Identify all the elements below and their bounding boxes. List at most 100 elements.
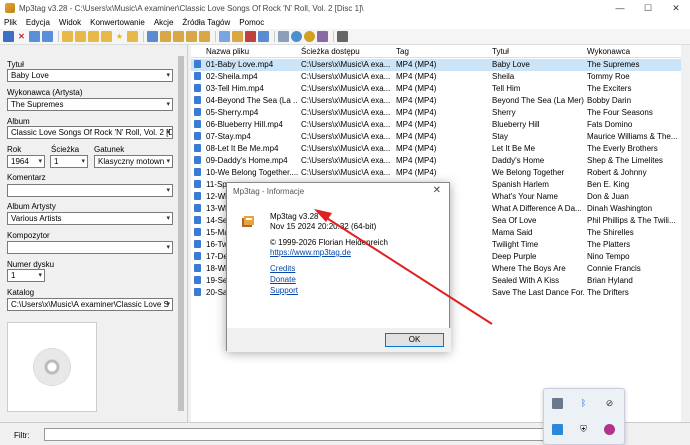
table-cell: Nino Tempo (587, 252, 630, 261)
dialog-title: Mp3tag - Informacje (233, 187, 305, 196)
export-icon[interactable] (232, 31, 243, 42)
file-list-scrollbar[interactable] (681, 45, 690, 422)
table-cell: Don & Juan (587, 192, 629, 201)
table-row[interactable]: 09-Daddy's Home.mp4 C:\Users\x\Music\A ex… (191, 155, 690, 167)
mp4-file-icon (194, 60, 201, 68)
table-cell: Spanish Harlem (492, 180, 549, 189)
column-filename[interactable]: Nazwa pliku (206, 47, 249, 56)
undo-icon[interactable] (29, 31, 40, 42)
actions-icon[interactable] (245, 31, 256, 42)
redo-icon[interactable] (42, 31, 53, 42)
table-row[interactable]: 08-Let It Be Me.mp4 C:\Users\x\Music\A ex… (191, 143, 690, 155)
table-cell: Beyond The Sea (La Mer) (492, 96, 584, 105)
favorite-folder-icon[interactable] (88, 31, 99, 42)
mp4-file-icon (194, 192, 201, 200)
add-folder-icon[interactable] (75, 31, 86, 42)
composer-field[interactable]: ▾ (7, 241, 173, 254)
ok-button[interactable]: OK (385, 333, 444, 347)
web-source-icon[interactable] (291, 31, 302, 42)
cover-art-box[interactable] (7, 322, 97, 412)
tag-tag-icon[interactable] (199, 31, 210, 42)
mp4-file-icon (194, 264, 201, 272)
table-cell: 04-Beyond The Sea (La ... (206, 96, 298, 105)
window-controls: — ☐ ✕ (606, 0, 690, 16)
comment-field[interactable]: ▾ (7, 184, 173, 197)
maximize-button[interactable]: ☐ (634, 0, 662, 16)
table-cell: What A Difference A Da... (492, 204, 582, 213)
album-artist-field[interactable]: Various Artists ▾ (7, 212, 173, 225)
tag-panel-scrollbar[interactable] (176, 46, 186, 420)
support-link[interactable]: Support (270, 286, 298, 295)
musicbrainz-icon[interactable] (317, 31, 328, 42)
cloud-offline-icon[interactable]: ⊘ (604, 398, 615, 409)
quick-action-icon[interactable] (258, 31, 269, 42)
tag-filename-icon[interactable] (147, 31, 158, 42)
table-cell: Sealed With A Kiss (492, 276, 560, 285)
table-cell: Mama Said (492, 228, 533, 237)
table-row[interactable]: 01-Baby Love.mp4 C:\Users\x\Music\A exa..… (191, 59, 690, 71)
donate-link[interactable]: Donate (270, 275, 296, 284)
column-path[interactable]: Ścieżka dostępu (301, 47, 360, 56)
column-tag[interactable]: Tag (396, 47, 409, 56)
playlist-icon[interactable] (219, 31, 230, 42)
artist-label: Wykonawca (Artysta) (7, 88, 83, 97)
bluetooth-icon[interactable]: ᛒ (578, 398, 589, 409)
menu-convert[interactable]: Konwertowanie (90, 18, 145, 27)
album-field[interactable]: Classic Love Songs Of Rock 'N' Roll, Vol… (7, 126, 173, 139)
column-artist[interactable]: Wykonawca (587, 47, 630, 56)
artist-field[interactable]: The Supremes ▾ (7, 98, 173, 111)
year-field[interactable]: 1964 ▾ (7, 155, 45, 168)
table-row[interactable]: 07-Stay.mp4 C:\Users\x\Music\A exa... MP4 … (191, 131, 690, 143)
dialog-close-button[interactable]: ✕ (433, 185, 441, 196)
filter-input[interactable] (44, 428, 544, 441)
freedb-icon[interactable] (278, 31, 289, 42)
media-tray-icon[interactable] (604, 424, 615, 435)
menu-edit[interactable]: Edycja (26, 18, 50, 27)
chevron-down-icon: ▾ (166, 129, 170, 136)
save-icon[interactable] (3, 31, 14, 42)
directory-field[interactable]: C:\Users\x\Music\A examiner\Classic Love… (7, 298, 173, 311)
table-row[interactable]: 05-Sherry.mp4 C:\Users\x\Music\A exa... MP… (191, 107, 690, 119)
settings-icon[interactable] (337, 31, 348, 42)
close-button[interactable]: ✕ (662, 0, 690, 16)
table-cell: Shep & The Limelites (587, 156, 663, 165)
menu-tag-sources[interactable]: Źródła Tagów (182, 18, 230, 27)
track-field[interactable]: 1 ▾ (50, 155, 88, 168)
menu-view[interactable]: Widok (59, 18, 81, 27)
menu-file[interactable]: Plik (4, 18, 17, 27)
security-shield-icon[interactable]: ⛨ (578, 424, 589, 435)
table-row[interactable]: 04-Beyond The Sea (La ... C:\Users\x\Musi… (191, 95, 690, 107)
star-icon[interactable]: ★ (114, 31, 125, 42)
discogs-icon[interactable] (304, 31, 315, 42)
filename-tag-icon[interactable] (160, 31, 171, 42)
title-field[interactable]: Baby Love ▾ (7, 69, 173, 82)
table-cell: The Exciters (587, 84, 632, 93)
table-row[interactable]: 06-Blueberry Hill.mp4 C:\Users\x\Music\A … (191, 119, 690, 131)
table-row[interactable]: 10-We Belong Together.... C:\Users\x\Musi… (191, 167, 690, 179)
app-tray-icon[interactable] (552, 424, 563, 435)
table-row[interactable]: 03-Tell Him.mp4 C:\Users\x\Music\A exa...… (191, 83, 690, 95)
genre-field[interactable]: Klasyczny motown ▾ (94, 155, 173, 168)
folder-list-icon[interactable] (101, 31, 112, 42)
table-cell: MP4 (MP4) (396, 144, 437, 153)
website-link[interactable]: https://www.mp3tag.de (270, 248, 351, 257)
table-cell: Sheila (492, 72, 515, 81)
menu-actions[interactable]: Akcje (154, 18, 174, 27)
album-artist-label: Album Artysty (7, 202, 56, 211)
device-icon[interactable] (552, 398, 563, 409)
table-cell: Brian Hyland (587, 276, 633, 285)
credits-link[interactable]: Credits (270, 264, 295, 273)
table-cell: 06-Blueberry Hill.mp4 (206, 120, 283, 129)
column-title[interactable]: Tytuł (492, 47, 509, 56)
text-tag-icon[interactable] (186, 31, 197, 42)
menu-help[interactable]: Pomoc (239, 18, 264, 27)
refresh-folder-icon[interactable] (127, 31, 138, 42)
disc-number-field[interactable]: 1 ▾ (7, 269, 45, 282)
table-cell: Blueberry Hill (492, 120, 540, 129)
open-folder-icon[interactable] (62, 31, 73, 42)
minimize-button[interactable]: — (606, 0, 634, 16)
filename-filename-icon[interactable] (173, 31, 184, 42)
remove-tag-icon[interactable]: ✕ (16, 31, 27, 42)
table-row[interactable]: 02-Sheila.mp4 C:\Users\x\Music\A exa... MP… (191, 71, 690, 83)
chevron-down-icon: ▾ (166, 215, 170, 222)
